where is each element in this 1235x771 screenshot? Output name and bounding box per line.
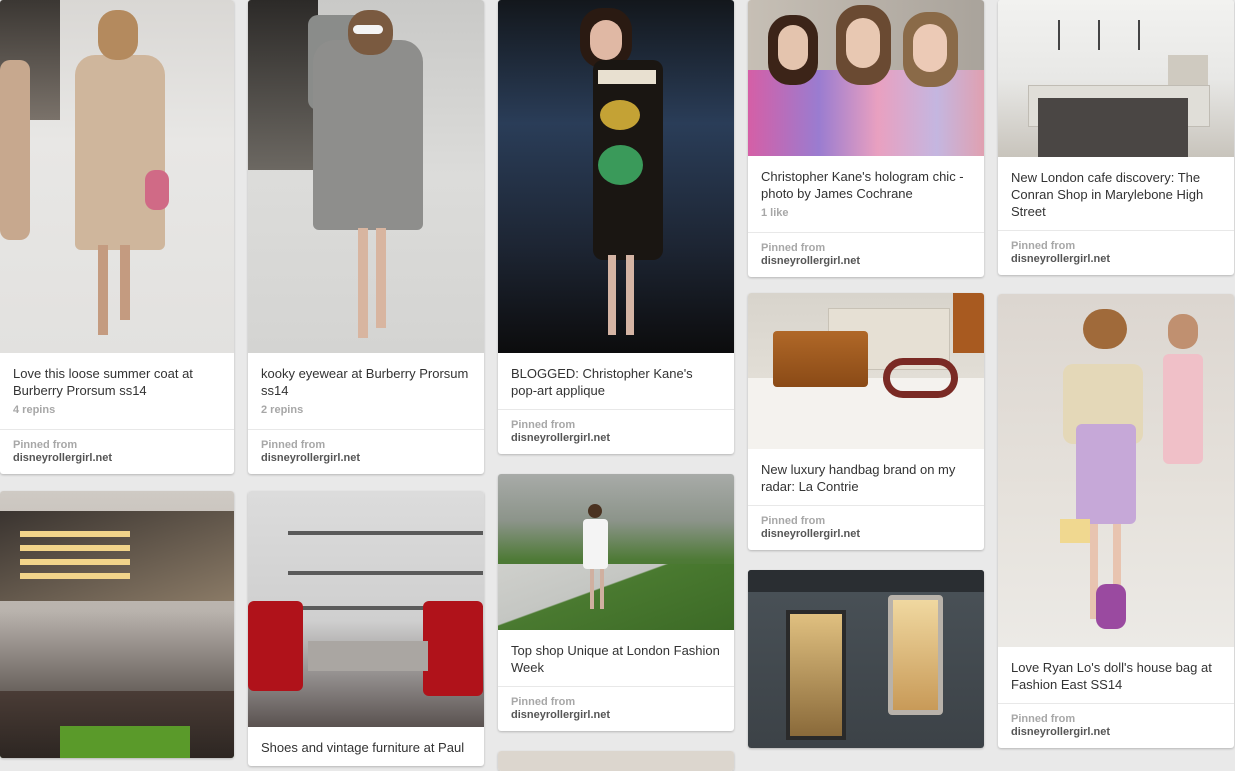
source-domain-link[interactable]: disneyrollergirl.net xyxy=(1011,253,1221,266)
pin-description: Shoes and vintage furniture at Paul xyxy=(248,727,484,766)
pin-source[interactable]: Pinned from disneyrollergirl.net xyxy=(748,232,984,277)
pin-image[interactable] xyxy=(248,0,484,353)
pin-source[interactable]: Pinned from disneyrollergirl.net xyxy=(498,686,734,731)
pin-description: New London cafe discovery: The Conran Sh… xyxy=(998,157,1234,230)
pinned-from-label: Pinned from xyxy=(761,515,826,527)
pin-description: Love this loose summer coat at Burberry … xyxy=(0,353,234,429)
pin-description: Christopher Kane's hologram chic - photo… xyxy=(748,156,984,232)
pin-card[interactable] xyxy=(498,751,734,771)
pin-image[interactable] xyxy=(0,491,234,758)
pin-card[interactable]: Shoes and vintage furniture at Paul xyxy=(248,491,484,766)
pin-source[interactable]: Pinned from disneyrollergirl.net xyxy=(748,505,984,550)
pin-source[interactable]: Pinned from disneyrollergirl.net xyxy=(0,429,234,474)
pin-image[interactable] xyxy=(498,751,734,771)
pin-image[interactable] xyxy=(248,491,484,727)
pin-card[interactable]: Love this loose summer coat at Burberry … xyxy=(0,0,234,474)
source-domain-link[interactable]: disneyrollergirl.net xyxy=(511,709,721,722)
source-domain-link[interactable]: disneyrollergirl.net xyxy=(761,528,971,541)
source-domain-link[interactable]: disneyrollergirl.net xyxy=(761,255,971,268)
source-domain-link[interactable]: disneyrollergirl.net xyxy=(13,452,221,465)
pin-source[interactable]: Pinned from disneyrollergirl.net xyxy=(998,230,1234,275)
pinned-from-label: Pinned from xyxy=(511,696,576,708)
pin-card[interactable]: New London cafe discovery: The Conran Sh… xyxy=(998,0,1234,275)
pin-stats[interactable]: 4 repins xyxy=(13,402,221,419)
pin-image[interactable] xyxy=(0,0,234,353)
source-domain-link[interactable]: disneyrollergirl.net xyxy=(511,432,721,445)
pin-description-text: BLOGGED: Christopher Kane's pop-art appl… xyxy=(511,366,693,398)
pin-description-text: New London cafe discovery: The Conran Sh… xyxy=(1011,170,1204,219)
pin-card[interactable]: Top shop Unique at London Fashion Week P… xyxy=(498,474,734,731)
pin-description-text: Christopher Kane's hologram chic - photo… xyxy=(761,169,964,201)
pinned-from-label: Pinned from xyxy=(261,439,326,451)
pin-card[interactable] xyxy=(748,570,984,748)
pin-card[interactable]: kooky eyewear at Burberry Prorsum ss14 2… xyxy=(248,0,484,474)
pin-image[interactable] xyxy=(498,474,734,630)
pin-description-text: kooky eyewear at Burberry Prorsum ss14 xyxy=(261,366,469,398)
pin-description: BLOGGED: Christopher Kane's pop-art appl… xyxy=(498,353,734,409)
pinned-from-label: Pinned from xyxy=(1011,240,1076,252)
pin-image[interactable] xyxy=(748,570,984,748)
pin-card[interactable] xyxy=(0,491,234,758)
pin-stats[interactable]: 1 like xyxy=(761,205,971,222)
pin-card[interactable]: New luxury handbag brand on my radar: La… xyxy=(748,293,984,550)
pin-image[interactable] xyxy=(748,0,984,156)
pin-card[interactable]: Christopher Kane's hologram chic - photo… xyxy=(748,0,984,277)
pin-description: Love Ryan Lo's doll's house bag at Fashi… xyxy=(998,647,1234,703)
pinned-from-label: Pinned from xyxy=(13,439,78,451)
pin-description-text: New luxury handbag brand on my radar: La… xyxy=(761,462,956,494)
pin-description: New luxury handbag brand on my radar: La… xyxy=(748,449,984,505)
pinned-from-label: Pinned from xyxy=(761,242,826,254)
pinned-from-label: Pinned from xyxy=(1011,713,1076,725)
source-domain-link[interactable]: disneyrollergirl.net xyxy=(261,452,471,465)
pin-stats[interactable]: 2 repins xyxy=(261,402,471,419)
pin-image[interactable] xyxy=(498,0,734,353)
pin-card[interactable]: Love Ryan Lo's doll's house bag at Fashi… xyxy=(998,294,1234,748)
pin-image[interactable] xyxy=(748,293,984,449)
pin-image[interactable] xyxy=(998,0,1234,157)
pin-description-text: Top shop Unique at London Fashion Week xyxy=(511,643,720,675)
pin-description: kooky eyewear at Burberry Prorsum ss14 2… xyxy=(248,353,484,429)
pin-description-text: Love Ryan Lo's doll's house bag at Fashi… xyxy=(1011,660,1212,692)
pin-description: Top shop Unique at London Fashion Week xyxy=(498,630,734,686)
pin-source[interactable]: Pinned from disneyrollergirl.net xyxy=(498,409,734,454)
pin-source[interactable]: Pinned from disneyrollergirl.net xyxy=(998,703,1234,748)
pinned-from-label: Pinned from xyxy=(511,419,576,431)
pin-description-text: Shoes and vintage furniture at Paul xyxy=(261,740,465,755)
pin-source[interactable]: Pinned from disneyrollergirl.net xyxy=(248,429,484,474)
pin-description-text: Love this loose summer coat at Burberry … xyxy=(13,366,193,398)
pin-image[interactable] xyxy=(998,294,1234,647)
pin-card[interactable]: BLOGGED: Christopher Kane's pop-art appl… xyxy=(498,0,734,454)
source-domain-link[interactable]: disneyrollergirl.net xyxy=(1011,726,1221,739)
